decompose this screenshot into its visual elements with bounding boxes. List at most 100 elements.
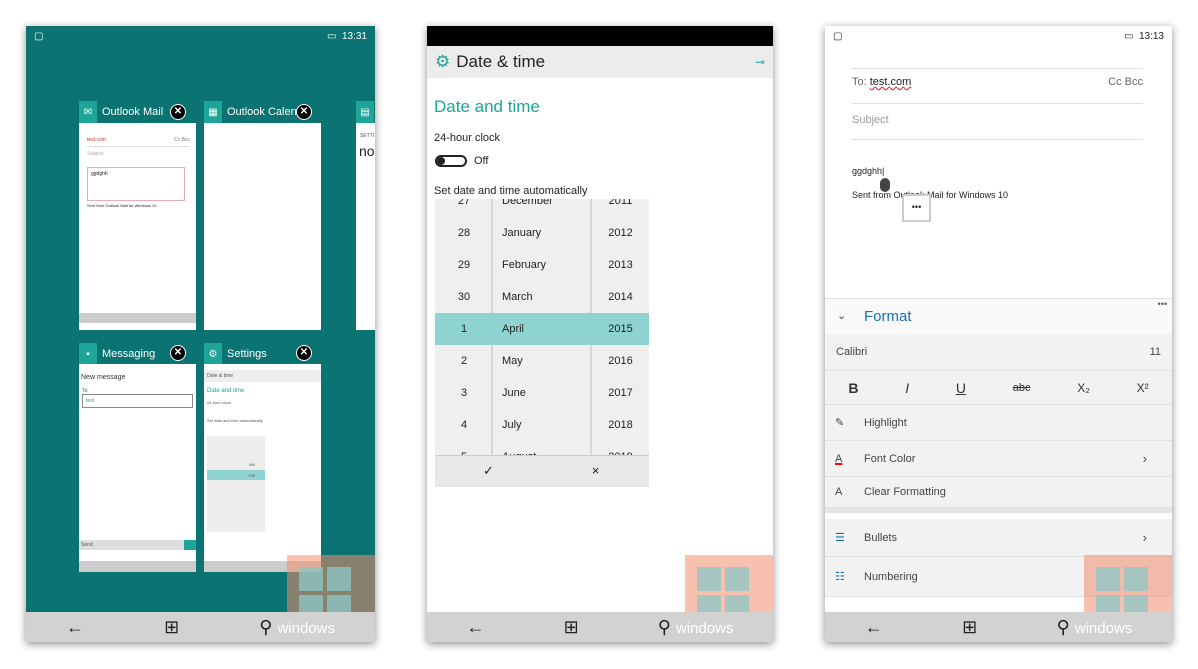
windows-start-icon[interactable]: ⊞ (164, 617, 179, 638)
status-bar: ▢ ▭ 13:31 (26, 26, 375, 46)
cc-bcc-button[interactable]: Cc Bcc (1108, 76, 1143, 88)
gear-icon: ⚙ (435, 52, 451, 71)
picker-row[interactable]: 27 December 2011 (435, 199, 649, 217)
outlook-mail-thumbnail[interactable]: test.com Cc Bcc Subject ggdghh Sent from… (79, 123, 196, 330)
picker-row[interactable]: 2 May 2016 (435, 345, 649, 377)
back-icon[interactable]: ← (467, 617, 485, 638)
app-icon: ▤ (356, 101, 374, 123)
picker-row[interactable]: 30 March 2014 (435, 281, 649, 313)
outlook-compose-screen: ▢ ▭ 13:13 To: test.com Cc Bcc Subject gg… (825, 26, 1172, 642)
navigation-bar: ← ⊞ ⚲ windows (825, 612, 1172, 642)
close-settings-button[interactable]: ✕ (296, 345, 312, 361)
picker-month: January (502, 227, 542, 239)
task-switcher-screen: ▢ ▭ 13:31 ✉ Outlook Mail ✕ test.com Cc Bc… (26, 26, 375, 642)
card-messaging-header[interactable]: ▪ Messaging (79, 343, 155, 365)
navigation-bar: ← ⊞ ⚲ windows (427, 612, 773, 642)
close-outlook-mail-button[interactable]: ✕ (170, 104, 186, 120)
format-header[interactable]: ⌄ Format ••• (825, 298, 1172, 334)
picker-day: 1 (460, 323, 468, 335)
calendar-icon: ▦ (204, 101, 222, 123)
close-messaging-button[interactable]: ✕ (170, 345, 186, 361)
card-title: Messaging (102, 348, 156, 360)
font-color-button[interactable]: A Font Color › (825, 441, 1172, 477)
auto-time-label: Set date and time automatically (434, 185, 588, 197)
clock-label: 24-hour clock (434, 132, 501, 144)
bullets-button[interactable]: ☰ Bullets › (825, 519, 1172, 557)
x-icon[interactable]: × (542, 456, 649, 487)
card-partial-header[interactable]: ▤ (356, 101, 375, 123)
battery-icon: ▭ (1123, 30, 1134, 42)
picker-day: 3 (460, 387, 468, 399)
body-text[interactable]: ggdghh| (852, 166, 884, 176)
search-icon[interactable]: ⚲ windows (658, 617, 734, 638)
24-hour-toggle[interactable] (435, 155, 467, 167)
partial-thumbnail[interactable]: SETTI no (356, 123, 375, 330)
picker-month: April (502, 323, 525, 335)
picker-month: July (502, 419, 522, 431)
close-outlook-calendar-button[interactable]: ✕ (296, 104, 312, 120)
picker-year: 2014 (608, 291, 633, 303)
date-picker[interactable]: 27 December 2011 28 January 2012 29 February 201… (435, 199, 649, 487)
picker-row[interactable]: 28 January 2012 (435, 217, 649, 249)
picker-day: 28 (457, 227, 471, 239)
search-icon[interactable]: ⚲ windows (1057, 617, 1133, 638)
messaging-icon: ▪ (79, 343, 97, 365)
italic-button[interactable]: I (905, 380, 909, 396)
picker-month: December (502, 199, 553, 207)
clear-formatting-button[interactable]: A Clear Formatting (825, 477, 1172, 513)
card-outlook-mail-header[interactable]: ✉ Outlook Mail (79, 101, 163, 123)
picker-year: 2015 (608, 323, 633, 335)
status-bar (427, 26, 773, 46)
picker-year: 2011 (608, 199, 633, 207)
picker-month: February (502, 259, 547, 271)
search-icon[interactable]: ⚲ windows (259, 617, 335, 638)
font-selector[interactable]: Calibri 11 (825, 334, 1172, 371)
status-bar: ▢ ▭ 13:13 (825, 26, 1172, 46)
toggle-state: Off (474, 155, 489, 167)
messaging-thumbnail[interactable]: New message To: test Send (79, 364, 196, 572)
subject-field[interactable]: Subject (852, 114, 1143, 140)
clear-formatting-icon: A (835, 486, 843, 498)
clock: 13:13 (1138, 30, 1164, 42)
picker-row[interactable]: 1 April 2015 (435, 313, 649, 345)
highlight-icon: ✎ (835, 417, 845, 429)
numbering-icon: ☷ (835, 571, 845, 583)
notification-icon: ▢ (833, 30, 843, 42)
windows-start-icon[interactable]: ⊞ (962, 617, 977, 638)
gear-icon: ⚙ (204, 343, 222, 365)
highlight-button[interactable]: ✎ Highlight (825, 405, 1172, 441)
chevron-right-icon[interactable]: › (1143, 530, 1147, 545)
underline-button[interactable]: U (956, 380, 966, 396)
notification-icon: ▢ (34, 30, 44, 42)
chevron-right-icon[interactable]: › (1143, 451, 1147, 466)
picker-day: 27 (457, 199, 471, 207)
subscript-button[interactable]: X₂ (1077, 381, 1090, 395)
pin-icon[interactable]: ⊸ (755, 55, 765, 69)
card-settings-header[interactable]: ⚙ Settings (204, 343, 267, 365)
context-menu-button[interactable]: ••• (902, 194, 931, 222)
font-size[interactable]: 11 (1150, 346, 1161, 358)
to-field[interactable]: To: test.com Cc Bcc (852, 76, 1143, 104)
card-outlook-calendar-header[interactable]: ▦ Outlook Calend (204, 101, 303, 123)
windows-start-icon[interactable]: ⊞ (564, 617, 579, 638)
back-icon[interactable]: ← (865, 617, 883, 638)
outlook-mail-icon: ✉ (79, 101, 97, 123)
cursor-handle-icon[interactable] (880, 178, 890, 192)
card-title: Outlook Calend (227, 106, 303, 118)
picker-row[interactable]: 4 July 2018 (435, 409, 649, 441)
picker-year: 2013 (608, 259, 633, 271)
picker-row[interactable]: 3 June 2017 (435, 377, 649, 409)
date-time-settings-screen: ⚙ Date & time ⊸ Date and time 24-hour clo… (427, 26, 773, 642)
bold-button[interactable]: B (848, 380, 858, 396)
check-icon[interactable]: ✓ (435, 456, 542, 487)
battery-icon: ▭ (326, 30, 337, 42)
picker-year: 2012 (608, 227, 633, 239)
superscript-button[interactable]: X² (1137, 381, 1149, 395)
outlook-calendar-thumbnail[interactable] (204, 123, 321, 330)
strikethrough-button[interactable]: abc (1013, 382, 1031, 394)
more-options-button[interactable]: ••• (1158, 299, 1167, 309)
picker-row[interactable]: 29 February 2013 (435, 249, 649, 281)
settings-thumbnail[interactable]: Date & time Date and time 24-hour clock … (204, 364, 321, 572)
back-icon[interactable]: ← (66, 617, 84, 638)
chevron-down-icon[interactable]: ⌄ (837, 309, 846, 322)
